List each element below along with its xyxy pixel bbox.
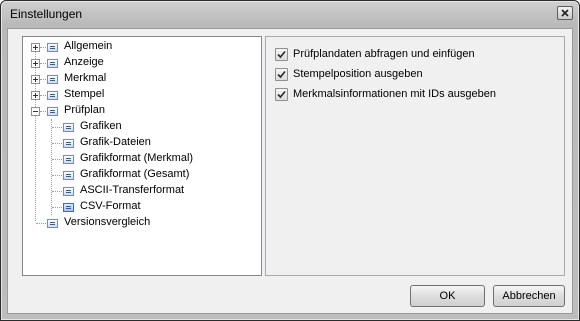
settings-page-icon <box>63 203 74 212</box>
expand-plus-icon[interactable] <box>31 91 40 100</box>
settings-page-icon <box>63 155 74 164</box>
checkbox[interactable] <box>275 87 288 101</box>
tree-item-allgemein[interactable]: Allgemein <box>23 39 261 55</box>
tree-item-label: Versionsvergleich <box>64 216 151 228</box>
tree-item-label: Grafiken <box>80 120 122 132</box>
tree-item-label: Grafik-Dateien <box>80 136 151 148</box>
tree-item-grafik-dateien[interactable]: Grafik-Dateien <box>23 135 261 151</box>
expand-plus-icon[interactable] <box>31 59 40 68</box>
tree-item-label: Anzeige <box>64 56 104 68</box>
settings-page-icon <box>47 107 58 116</box>
checkmark-icon <box>277 90 286 98</box>
tree-item-label: Grafikformat (Merkmal) <box>80 152 194 164</box>
tree-item-csv-format[interactable]: CSV-Format <box>23 199 261 215</box>
ok-button[interactable]: OK <box>410 285 485 307</box>
tree-item-label: Prüfplan <box>64 104 105 116</box>
settings-page-icon <box>63 123 74 132</box>
close-button[interactable] <box>557 6 573 20</box>
tree-item-ascii-transferformat[interactable]: ASCII-Transferformat <box>23 183 261 199</box>
tree-item-label: Stempel <box>64 88 105 100</box>
tree-item-grafikformat-gesamt[interactable]: Grafikformat (Gesamt) <box>23 167 261 183</box>
tree-item-label: CSV-Format <box>80 200 141 212</box>
options-panel: Prüfplandaten abfragen und einfügen Stem… <box>265 36 565 276</box>
settings-page-icon <box>47 219 58 228</box>
settings-dialog: Einstellungen Allgemein Anzeige Merkmal … <box>0 0 580 321</box>
option-label: Prüfplandaten abfragen und einfügen <box>293 48 475 60</box>
option-stempelposition[interactable]: Stempelposition ausgeben <box>275 67 423 81</box>
option-merkmalsinformationen[interactable]: Merkmalsinformationen mit IDs ausgeben <box>275 87 496 101</box>
title-bar[interactable]: Einstellungen <box>1 1 579 27</box>
settings-page-icon <box>47 91 58 100</box>
settings-page-icon <box>63 139 74 148</box>
tree-item-stempel[interactable]: Stempel <box>23 87 261 103</box>
settings-tree[interactable]: Allgemein Anzeige Merkmal Stempel Prüfpl… <box>22 36 262 276</box>
tree-item-grafikformat-merkmal[interactable]: Grafikformat (Merkmal) <box>23 151 261 167</box>
tree-item-merkmal[interactable]: Merkmal <box>23 71 261 87</box>
tree-item-label: Merkmal <box>64 72 107 84</box>
checkmark-icon <box>277 50 286 58</box>
settings-page-icon <box>63 187 74 196</box>
option-label: Stempelposition ausgeben <box>293 68 423 80</box>
collapse-minus-icon[interactable] <box>31 107 40 116</box>
settings-page-icon <box>63 171 74 180</box>
expand-plus-icon[interactable] <box>31 75 40 84</box>
expand-plus-icon[interactable] <box>31 43 40 52</box>
close-icon <box>561 9 569 17</box>
checkbox[interactable] <box>275 47 288 61</box>
settings-page-icon <box>47 75 58 84</box>
tree-item-label: Allgemein <box>64 40 113 52</box>
tree-item-pruefplan[interactable]: Prüfplan <box>23 103 261 119</box>
settings-page-icon <box>47 43 58 52</box>
settings-page-icon <box>47 59 58 68</box>
dialog-client-area: Allgemein Anzeige Merkmal Stempel Prüfpl… <box>7 28 573 314</box>
cancel-button[interactable]: Abbrechen <box>493 285 565 307</box>
tree-item-versionsvergleich[interactable]: Versionsvergleich <box>23 215 261 231</box>
option-label: Merkmalsinformationen mit IDs ausgeben <box>293 88 496 100</box>
tree-item-label: Grafikformat (Gesamt) <box>80 168 190 180</box>
tree-item-anzeige[interactable]: Anzeige <box>23 55 261 71</box>
tree-item-label: ASCII-Transferformat <box>80 184 185 196</box>
checkmark-icon <box>277 70 286 78</box>
window-title: Einstellungen <box>10 7 83 21</box>
checkbox[interactable] <box>275 67 288 81</box>
tree-item-grafiken[interactable]: Grafiken <box>23 119 261 135</box>
option-pruefplandaten[interactable]: Prüfplandaten abfragen und einfügen <box>275 47 475 61</box>
